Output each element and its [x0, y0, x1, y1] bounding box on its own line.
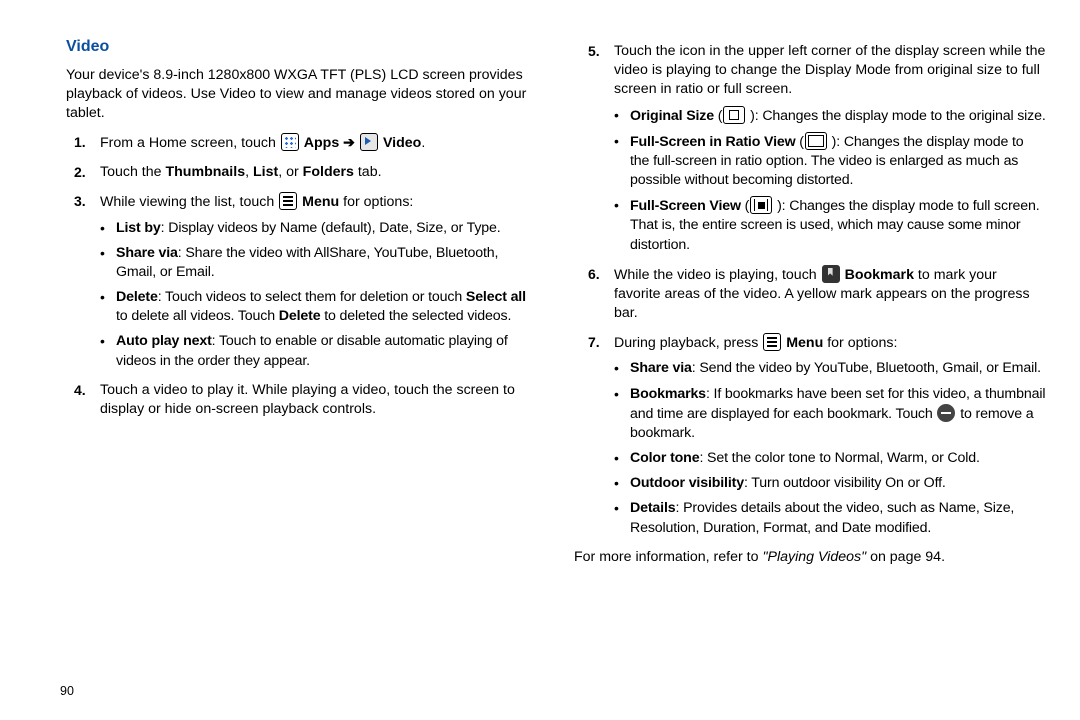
menu-icon: [763, 333, 781, 351]
section-title: Video: [66, 36, 532, 58]
list-item: Delete: Touch videos to select them for …: [100, 288, 532, 326]
step-7-sublist: Share via: Send the video by YouTube, Bl…: [614, 359, 1046, 537]
left-column: Video Your device's 8.9-inch 1280x800 WX…: [60, 36, 532, 710]
full-screen-icon: [750, 196, 772, 214]
list-item: Color tone: Set the color tone to Normal…: [614, 449, 1046, 468]
page-number: 90: [60, 683, 74, 700]
list-item: Auto play next: Touch to enable or disab…: [100, 332, 532, 370]
right-column: Touch the icon in the upper left corner …: [574, 36, 1046, 710]
step-5-sublist: Original Size ( ): Changes the display m…: [614, 106, 1046, 255]
step-1: From a Home screen, touch Apps ➔ Video.: [60, 133, 532, 153]
list-item: Full-Screen View ( ): Changes the displa…: [614, 196, 1046, 255]
list-item: List by: Display videos by Name (default…: [100, 219, 532, 238]
list-item: Full-Screen in Ratio View ( ): Changes t…: [614, 132, 1046, 191]
steps-list-left: From a Home screen, touch Apps ➔ Video. …: [60, 133, 532, 419]
original-size-icon: [723, 106, 745, 124]
list-item: Original Size ( ): Changes the display m…: [614, 106, 1046, 126]
video-icon: [360, 133, 378, 151]
bookmark-icon: [822, 265, 840, 283]
list-item: Details: Provides details about the vide…: [614, 499, 1046, 537]
list-item: Bookmarks: If bookmarks have been set fo…: [614, 385, 1046, 444]
steps-list-right: Touch the icon in the upper left corner …: [574, 42, 1046, 538]
menu-icon: [279, 192, 297, 210]
list-item: Outdoor visibility: Turn outdoor visibil…: [614, 474, 1046, 493]
list-item: Share via: Share the video with AllShare…: [100, 244, 532, 282]
step-6: While the video is playing, touch Bookma…: [574, 265, 1046, 324]
apps-icon: [281, 133, 299, 151]
step-4: Touch a video to play it. While playing …: [60, 381, 532, 419]
step-7: During playback, press Menu for options:…: [574, 333, 1046, 538]
step-5: Touch the icon in the upper left corner …: [574, 42, 1046, 255]
remove-icon: [937, 404, 955, 422]
step-2: Touch the Thumbnails, List, or Folders t…: [60, 163, 532, 182]
manual-page: Video Your device's 8.9-inch 1280x800 WX…: [0, 0, 1080, 720]
list-item: Share via: Send the video by YouTube, Bl…: [614, 359, 1046, 378]
step-3-sublist: List by: Display videos by Name (default…: [100, 219, 532, 371]
step-3: While viewing the list, touch Menu for o…: [60, 192, 532, 370]
ratio-view-icon: [805, 132, 827, 150]
intro-paragraph: Your device's 8.9-inch 1280x800 WXGA TFT…: [66, 66, 532, 124]
cross-reference: For more information, refer to "Playing …: [574, 548, 1046, 567]
